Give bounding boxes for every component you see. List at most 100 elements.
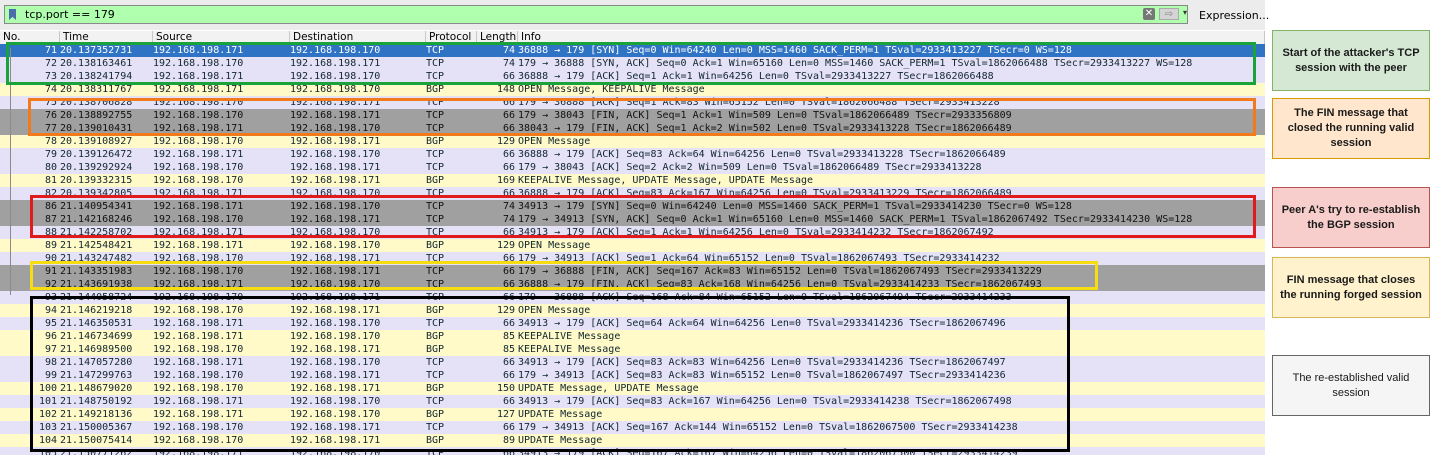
packet-row[interactable]: 98 21.147057280 192.168.198.171 192.168.198… [0, 356, 1265, 369]
packet-row[interactable]: 103 21.150005367 192.168.198.170 192.168.19… [0, 421, 1265, 434]
packet-protocol: TCP [426, 110, 445, 121]
packet-info: 179 → 36888 [SYN, ACK] Seq=0 Ack=1 Win=6… [518, 58, 1193, 69]
packet-length: 66 [502, 279, 515, 290]
packet-info: 179 → 34913 [ACK] Seq=83 Ack=83 Win=6515… [518, 370, 1006, 381]
packet-row[interactable]: 78 20.139108927 192.168.198.170 192.168.198… [0, 135, 1265, 148]
expression-button[interactable]: Expression... [1199, 9, 1269, 22]
packet-row[interactable]: 93 21.144058724 192.168.198.170 192.168.198… [0, 291, 1265, 304]
packet-row[interactable]: 74 20.138311767 192.168.198.171 192.168.198… [0, 83, 1265, 96]
packet-protocol: TCP [426, 71, 445, 82]
packet-protocol: TCP [426, 357, 445, 368]
packet-row[interactable]: 92 21.143691938 192.168.198.171 192.168.198… [0, 278, 1265, 291]
packet-protocol: TCP [426, 149, 445, 160]
packet-row[interactable]: 99 21.147299763 192.168.198.170 192.168.198… [0, 369, 1265, 382]
packet-row[interactable]: 104 21.150075414 192.168.198.170 192.168.19… [0, 434, 1265, 447]
packet-time: 21.149218136 [60, 409, 133, 420]
packet-number: 90 [44, 253, 57, 264]
packet-list[interactable]: 71 20.137352731 192.168.198.171 192.168.198… [0, 44, 1265, 455]
packet-row[interactable]: 105 21.150771262 192.168.198.171 192.168.19… [0, 447, 1265, 455]
packet-row[interactable]: 71 20.137352731 192.168.198.171 192.168.198… [0, 44, 1265, 57]
packet-length: 66 [502, 97, 515, 108]
packet-source: 192.168.198.170 [153, 97, 244, 108]
packet-source: 192.168.198.171 [153, 279, 244, 290]
packet-row[interactable]: 73 20.138241794 192.168.198.171 192.168.198… [0, 70, 1265, 83]
packet-destination: 192.168.198.170 [290, 188, 381, 199]
packet-protocol: TCP [426, 266, 445, 277]
packet-destination: 192.168.198.171 [290, 162, 381, 173]
packet-length: 66 [502, 318, 515, 329]
annotation-fin-valid-session: The FIN message that closed the running … [1272, 98, 1430, 159]
packet-protocol: TCP [426, 279, 445, 290]
packet-row[interactable]: 100 21.148679020 192.168.198.170 192.168.19… [0, 382, 1265, 395]
packet-number: 98 [44, 357, 57, 368]
column-header-length[interactable]: Length [477, 31, 518, 44]
packet-number: 74 [44, 84, 57, 95]
packet-info: OPEN Message, KEEPALIVE Message [518, 84, 705, 95]
packet-info: 34913 → 179 [ACK] Seq=64 Ack=64 Win=6425… [518, 318, 1006, 329]
packet-row[interactable]: 86 21.140954341 192.168.198.171 192.168.198… [0, 200, 1265, 213]
packet-row[interactable]: 89 21.142548421 192.168.198.171 192.168.198… [0, 239, 1265, 252]
packet-row[interactable]: 90 21.143247482 192.168.198.170 192.168.198… [0, 252, 1265, 265]
packet-row[interactable]: 81 20.139332315 192.168.198.170 192.168.198… [0, 174, 1265, 187]
column-header-time[interactable]: Time [60, 31, 153, 44]
packet-row[interactable]: 79 20.139126472 192.168.198.171 192.168.198… [0, 148, 1265, 161]
packet-source: 192.168.198.171 [153, 240, 244, 251]
column-header-protocol[interactable]: Protocol [426, 31, 477, 44]
packet-destination: 192.168.198.170 [290, 396, 381, 407]
column-header-no[interactable]: No. [0, 31, 60, 44]
packet-row[interactable]: 88 21.142258702 192.168.198.171 192.168.198… [0, 226, 1265, 239]
packet-row[interactable]: 72 20.138163461 192.168.198.170 192.168.198… [0, 57, 1265, 70]
packet-protocol: BGP [426, 305, 445, 316]
packet-destination: 192.168.198.171 [290, 383, 381, 394]
packet-row[interactable]: 82 20.139342805 192.168.198.171 192.168.198… [0, 187, 1265, 200]
packet-length: 66 [502, 357, 515, 368]
packet-source: 192.168.198.170 [153, 266, 244, 277]
packet-length: 150 [496, 383, 515, 394]
column-header-destination[interactable]: Destination [290, 31, 426, 44]
packet-row[interactable]: 96 21.146734699 192.168.198.171 192.168.198… [0, 330, 1265, 343]
apply-filter-icon[interactable]: ⇨ [1159, 8, 1179, 20]
packet-row[interactable]: 94 21.146219218 192.168.198.170 192.168.198… [0, 304, 1265, 317]
annotation-attacker-session-start: Start of the attacker's TCP session with… [1272, 30, 1430, 91]
packet-row[interactable]: 77 20.139010431 192.168.198.171 192.168.198… [0, 122, 1265, 135]
packet-destination: 192.168.198.170 [290, 409, 381, 420]
packet-destination: 192.168.198.171 [290, 214, 381, 225]
packet-time: 21.146219218 [60, 305, 133, 316]
packet-row[interactable]: 75 20.138706828 192.168.198.170 192.168.198… [0, 96, 1265, 109]
packet-row[interactable]: 76 20.138892755 192.168.198.170 192.168.198… [0, 109, 1265, 122]
packet-length: 74 [502, 214, 515, 225]
column-header-info[interactable]: Info [518, 31, 1265, 44]
packet-time: 21.148679020 [60, 383, 133, 394]
filter-history-dropdown-icon[interactable]: ▾ [1183, 8, 1187, 17]
packet-row[interactable]: 80 20.139292924 192.168.198.170 192.168.198… [0, 161, 1265, 174]
packet-number: 94 [44, 305, 57, 316]
packet-row[interactable]: 97 21.146989500 192.168.198.170 192.168.198… [0, 343, 1265, 356]
clear-filter-icon[interactable]: ✕ [1143, 8, 1155, 20]
packet-time: 21.147299763 [60, 370, 133, 381]
packet-length: 66 [502, 123, 515, 134]
packet-length: 66 [502, 422, 515, 433]
packet-info: 179 → 36888 [FIN, ACK] Seq=167 Ack=83 Wi… [518, 266, 1042, 277]
packet-row[interactable]: 102 21.149218136 192.168.198.171 192.168.19… [0, 408, 1265, 421]
packet-time: 20.139342805 [60, 188, 133, 199]
packet-time: 21.142548421 [60, 240, 133, 251]
bookmark-icon[interactable] [9, 9, 16, 20]
related-packets-marker [10, 48, 11, 295]
packet-number: 77 [44, 123, 57, 134]
packet-source: 192.168.198.170 [153, 136, 244, 147]
packet-row[interactable]: 87 21.142168246 192.168.198.170 192.168.198… [0, 213, 1265, 226]
column-header-source[interactable]: Source [153, 31, 290, 44]
packet-row[interactable]: 101 21.148750192 192.168.198.171 192.168.19… [0, 395, 1265, 408]
packet-destination: 192.168.198.171 [290, 370, 381, 381]
packet-time: 21.146734699 [60, 331, 133, 342]
packet-source: 192.168.198.170 [153, 344, 244, 355]
packet-length: 66 [502, 448, 515, 455]
packet-info: OPEN Message [518, 240, 591, 251]
packet-info: 179 → 36888 [ACK] Seq=168 Ack=84 Win=651… [518, 292, 1012, 303]
display-filter-input[interactable]: tcp.port == 179 ✕ ⇨ ▾ [4, 5, 1188, 24]
packet-time: 21.143351983 [60, 266, 133, 277]
packet-source: 192.168.198.170 [153, 292, 244, 303]
packet-row[interactable]: 95 21.146350531 192.168.198.171 192.168.198… [0, 317, 1265, 330]
packet-row[interactable]: 91 21.143351983 192.168.198.170 192.168.198… [0, 265, 1265, 278]
filter-text[interactable]: tcp.port == 179 [25, 8, 115, 21]
